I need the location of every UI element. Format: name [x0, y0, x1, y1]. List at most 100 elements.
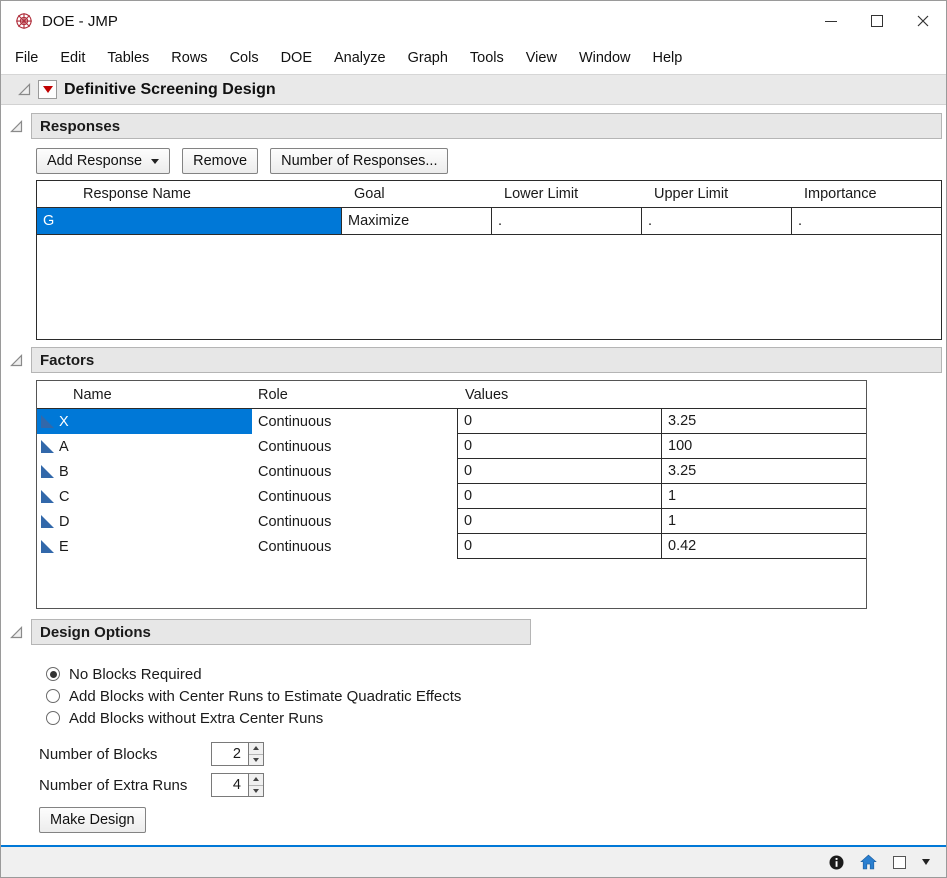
column-header-name: Name [37, 387, 252, 403]
remove-button[interactable]: Remove [182, 148, 258, 174]
factor-value-high-cell[interactable]: 3.25 [662, 459, 866, 484]
factor-value-low-cell[interactable]: 0 [457, 409, 662, 434]
radio-add-blocks-center-runs[interactable]: Add Blocks with Center Runs to Estimate … [46, 685, 946, 707]
arrow-down-icon [253, 789, 259, 793]
factor-role-cell[interactable]: Continuous [252, 484, 457, 509]
factors-section-bar[interactable]: Factors [31, 347, 942, 373]
factor-value-high-cell[interactable]: 3.25 [662, 409, 866, 434]
window-title: DOE - JMP [42, 13, 118, 30]
dropdown-caret-icon[interactable] [922, 859, 930, 865]
spinner-down-button[interactable] [249, 786, 263, 797]
jmp-logo-icon [14, 12, 33, 31]
response-lower-limit-cell[interactable]: . [492, 208, 642, 235]
factor-role-cell[interactable]: Continuous [252, 534, 457, 559]
radio-button-icon[interactable] [46, 689, 60, 703]
number-of-responses-button[interactable]: Number of Responses... [270, 148, 448, 174]
spinner-up-button[interactable] [249, 774, 263, 786]
window-list-checkbox[interactable] [893, 856, 906, 869]
menu-item-edit[interactable]: Edit [49, 44, 96, 72]
status-bar [1, 845, 946, 877]
menu-item-graph[interactable]: Graph [397, 44, 459, 72]
add-response-button[interactable]: Add Response [36, 148, 170, 174]
disclosure-triangle-icon[interactable] [10, 120, 23, 133]
factor-value-high-cell[interactable]: 0.42 [662, 534, 866, 559]
factor-name: E [59, 539, 69, 555]
number-of-blocks-value[interactable]: 2 [211, 742, 249, 766]
responses-section-bar[interactable]: Responses [31, 113, 942, 139]
factor-value-high-cell[interactable]: 100 [662, 434, 866, 459]
factor-name-cell[interactable]: C [37, 484, 252, 509]
menu-item-tools[interactable]: Tools [459, 44, 515, 72]
radio-button-icon[interactable] [46, 711, 60, 725]
factor-value-low-cell[interactable]: 0 [457, 459, 662, 484]
table-row: D Continuous 0 1 [37, 509, 866, 534]
response-importance-cell[interactable]: . [792, 208, 941, 235]
continuous-factor-icon [41, 465, 54, 478]
factor-role-cell[interactable]: Continuous [252, 459, 457, 484]
menu-item-analyze[interactable]: Analyze [323, 44, 397, 72]
menu-item-rows[interactable]: Rows [160, 44, 218, 72]
radio-label: Add Blocks with Center Runs to Estimate … [69, 688, 461, 705]
menu-item-tables[interactable]: Tables [96, 44, 160, 72]
radio-button-icon[interactable] [46, 667, 60, 681]
info-icon[interactable] [829, 855, 844, 870]
factor-value-low-cell[interactable]: 0 [457, 509, 662, 534]
title-bar: DOE - JMP [1, 1, 946, 41]
factor-role-cell[interactable]: Continuous [252, 434, 457, 459]
factor-value-low-cell[interactable]: 0 [457, 434, 662, 459]
menu-item-doe[interactable]: DOE [270, 44, 323, 72]
spinner-down-button[interactable] [249, 755, 263, 766]
report-body: Responses Add Response Remove Number of … [1, 105, 946, 845]
menu-item-cols[interactable]: Cols [219, 44, 270, 72]
factor-name: X [59, 414, 69, 430]
red-triangle-menu-button[interactable] [38, 80, 57, 99]
disclosure-triangle-icon[interactable] [18, 83, 31, 96]
factor-name-cell[interactable]: B [37, 459, 252, 484]
response-goal-cell[interactable]: Maximize [342, 208, 492, 235]
home-icon[interactable] [860, 854, 877, 870]
number-of-blocks-stepper[interactable]: 2 [211, 742, 264, 766]
radio-add-blocks-no-extra-center-runs[interactable]: Add Blocks without Extra Center Runs [46, 707, 946, 729]
menu-item-help[interactable]: Help [642, 44, 694, 72]
add-response-label: Add Response [47, 153, 142, 169]
factors-header-row: Factors [1, 347, 946, 373]
factor-value-high-cell[interactable]: 1 [662, 484, 866, 509]
factor-value-low-cell[interactable]: 0 [457, 484, 662, 509]
radio-no-blocks-required[interactable]: No Blocks Required [46, 663, 946, 685]
close-button[interactable] [900, 1, 946, 41]
response-upper-limit-cell[interactable]: . [642, 208, 792, 235]
factor-role-cell[interactable]: Continuous [252, 409, 457, 434]
section-title-design-options: Design Options [40, 624, 151, 641]
column-header-upper-limit: Upper Limit [642, 186, 792, 202]
menu-item-view[interactable]: View [515, 44, 568, 72]
factor-name-cell[interactable]: E [37, 534, 252, 559]
menu-item-window[interactable]: Window [568, 44, 642, 72]
factor-name-cell[interactable]: A [37, 434, 252, 459]
disclosure-triangle-icon[interactable] [10, 354, 23, 367]
number-of-extra-runs-value[interactable]: 4 [211, 773, 249, 797]
make-design-button[interactable]: Make Design [39, 807, 146, 833]
factor-role-cell[interactable]: Continuous [252, 509, 457, 534]
number-of-extra-runs-stepper[interactable]: 4 [211, 773, 264, 797]
factor-name-cell[interactable]: X [37, 409, 252, 434]
design-options-section-bar[interactable]: Design Options [31, 619, 531, 645]
factor-value-high-cell[interactable]: 1 [662, 509, 866, 534]
factor-value-low-cell[interactable]: 0 [457, 534, 662, 559]
remove-label: Remove [193, 153, 247, 169]
maximize-button[interactable] [854, 1, 900, 41]
arrow-up-icon [253, 777, 259, 781]
page-title: Definitive Screening Design [64, 81, 276, 99]
factor-name: B [59, 464, 69, 480]
continuous-factor-icon [41, 490, 54, 503]
number-of-extra-runs-label: Number of Extra Runs [39, 777, 211, 794]
menu-item-file[interactable]: File [4, 44, 49, 72]
disclosure-triangle-icon[interactable] [10, 626, 23, 639]
minimize-button[interactable] [808, 1, 854, 41]
factor-name-cell[interactable]: D [37, 509, 252, 534]
spinner-up-button[interactable] [249, 743, 263, 755]
close-icon [917, 15, 929, 27]
response-name-cell[interactable]: G [37, 208, 342, 235]
continuous-factor-icon [41, 540, 54, 553]
column-header-values: Values [457, 387, 866, 403]
number-of-blocks-row: Number of Blocks 2 [39, 741, 946, 767]
